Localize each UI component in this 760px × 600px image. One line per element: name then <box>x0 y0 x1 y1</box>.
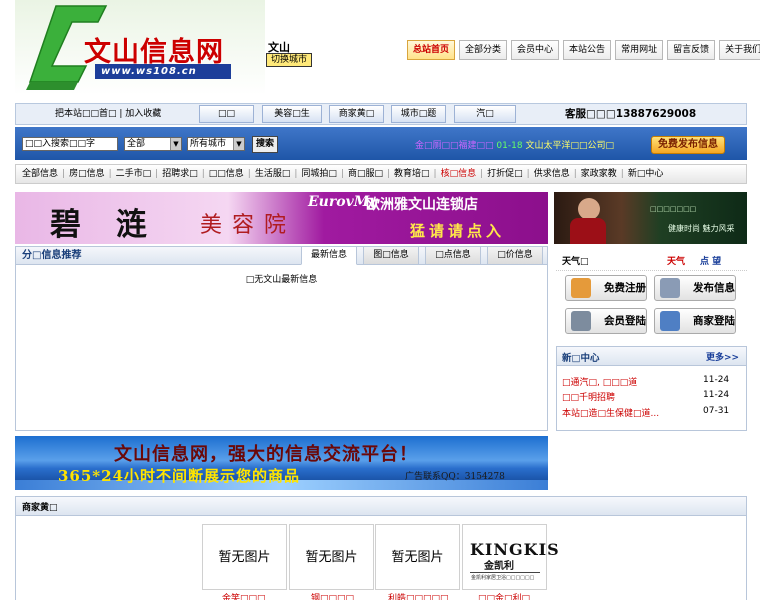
banner-tagline: 365*24小时不间断展示您的商品 <box>58 467 301 485</box>
city-select-value: 所有城市 <box>190 139 227 149</box>
category-link[interactable]: 商□服□ <box>344 165 387 183</box>
merchant-caption[interactable]: 钢□□□□ <box>311 591 354 600</box>
tab-channel-2[interactable]: 美容□生 <box>262 105 322 123</box>
top-nav-item[interactable]: 留言反馈 <box>667 40 716 60</box>
side-ad-person <box>578 198 600 220</box>
weather-value: 天气 <box>667 257 686 267</box>
top-nav: 总站首页 全部分类 会员中心 本站公告 常用网址 留言反馈 关于我们 <box>407 40 760 60</box>
tab-channel-5[interactable]: 汽□ <box>454 105 516 123</box>
top-nav-item[interactable]: 总站首页 <box>407 40 456 60</box>
banner-slogan: 欧洲雅文山连锁店 <box>366 197 478 213</box>
category-link[interactable]: 全部信息 <box>18 165 62 183</box>
news-ticker[interactable]: 金□厕□□福建□□ 01-18 文山太平洋□□公司□ <box>415 138 614 151</box>
news-date: 07-31 <box>703 406 730 416</box>
side-ad-person-body <box>570 218 606 244</box>
merchant-caption[interactable]: 金笑□□□ <box>222 591 266 600</box>
category-links: 全部信息 | 房□信息 | 二手市□ | 招聘求□ | □□信息 | 生活服□ | 同城拍□ | 商□服□ |… <box>18 165 667 183</box>
empty-message: □无文山最新信息 <box>245 275 318 285</box>
banner-salon-type: 美容院 <box>200 213 297 238</box>
banner-cta[interactable]: 猛请请点入 <box>410 220 505 241</box>
banner-salon-name: 碧 涟 <box>50 207 159 243</box>
ticker-item[interactable]: 金□厕□□福建□□ <box>415 141 494 151</box>
top-nav-item[interactable]: 全部分类 <box>459 40 508 60</box>
tab-price-info[interactable]: □价信息 <box>487 246 543 265</box>
news-item[interactable]: 本站□造□生保健□道... <box>562 406 659 419</box>
category-link[interactable]: 教育培□ <box>390 165 434 183</box>
city-select[interactable]: 所有城市 ▼ <box>187 137 245 151</box>
tab-channel-3[interactable]: 商家黄□ <box>329 105 384 123</box>
kingkis-sub: 金凯利 <box>484 561 514 572</box>
news-title: 新□中心 <box>562 353 600 364</box>
category-link[interactable]: 招聘求□ <box>158 165 202 183</box>
post-info-quick-label: 发布信息 <box>693 282 735 294</box>
category-link[interactable]: 家政家教 <box>577 165 621 183</box>
merchant-login-label: 商家登陆 <box>693 315 735 327</box>
category-select-value: 全部 <box>127 139 146 149</box>
key-icon <box>571 311 591 331</box>
recommend-title: 分□信息推荐 <box>22 250 82 261</box>
register-button-label: 免费注册 <box>604 282 646 294</box>
ticker-item[interactable]: 文山太平洋□□公司□ <box>525 141 614 151</box>
search-button[interactable]: 搜索 <box>252 136 278 153</box>
top-nav-item[interactable]: 会员中心 <box>511 40 560 60</box>
tab-hot-info[interactable]: □点信息 <box>425 246 481 265</box>
category-link[interactable]: 二手市□ <box>112 165 156 183</box>
category-link[interactable]: 同城拍□ <box>297 165 341 183</box>
mail-icon <box>660 278 680 298</box>
site-url: www.ws108.cn <box>95 64 231 79</box>
top-nav-item[interactable]: 常用网址 <box>615 40 664 60</box>
user-add-icon <box>571 278 591 298</box>
weather-label: 天气□ <box>562 257 589 267</box>
merchant-card[interactable]: 暂无图片 <box>375 524 460 590</box>
side-ad-slogan: 健康时尚 魅力风采 <box>668 224 735 233</box>
category-link[interactable]: □□信息 <box>205 165 248 183</box>
tab-latest[interactable]: 最新信息 <box>301 246 357 265</box>
side-ad-text: □□□□□□□ <box>650 205 697 213</box>
merchant-caption[interactable]: □□金□利□ <box>478 591 530 600</box>
tab-channel-1[interactable]: □□ <box>199 105 254 123</box>
category-link[interactable]: 核□信息 <box>437 165 481 183</box>
chevron-down-icon: ▼ <box>170 138 181 150</box>
news-item[interactable]: □通汽□, □□□道 <box>562 375 637 388</box>
banner-headline: 文山信息网，强大的信息交流平台！ <box>114 444 418 465</box>
category-link[interactable]: 打折促□ <box>483 165 527 183</box>
service-hotline: 客服□□□13887629008 <box>565 108 697 120</box>
search-input[interactable]: □□入搜索□□字 <box>22 137 118 151</box>
recommend-content <box>15 265 548 431</box>
news-more-link[interactable]: 更多>> <box>706 350 739 363</box>
category-link[interactable]: 生活服□ <box>251 165 295 183</box>
top-nav-item[interactable]: 本站公告 <box>563 40 612 60</box>
bookmark-links[interactable]: 把本站□□首□ | 加入收藏 <box>55 105 161 123</box>
ticker-date: 01-18 <box>496 141 523 151</box>
category-link[interactable]: 新□中心 <box>624 165 668 183</box>
merchants-header <box>15 496 747 516</box>
merchant-caption[interactable]: 利皓□□□□□ <box>388 591 449 600</box>
tab-image-info[interactable]: 图□信息 <box>363 246 419 265</box>
merchant-card[interactable]: 暂无图片 <box>202 524 287 590</box>
category-link[interactable]: 房□信息 <box>65 165 109 183</box>
kingkis-tagline: 金凯利家居卫浴□□□□□□ <box>471 575 535 581</box>
top-nav-item[interactable]: 关于我们 <box>719 40 760 60</box>
merchant-card[interactable]: 暂无图片 <box>289 524 374 590</box>
switch-city-button[interactable]: 切换城市 <box>266 53 312 67</box>
news-item[interactable]: □□千明招聘 <box>562 390 615 403</box>
member-login-label: 会员登陆 <box>604 315 646 327</box>
banner-contact: 广告联系QQ：3154278 <box>405 472 505 482</box>
shop-icon <box>660 311 680 331</box>
tab-channel-4[interactable]: 城市□题 <box>391 105 446 123</box>
merchants-title: 商家黄□ <box>22 503 58 513</box>
weather-link[interactable]: 点 望 <box>700 254 721 267</box>
kingkis-divider <box>470 572 540 573</box>
post-info-button[interactable]: 免费发布信息 <box>651 136 725 154</box>
news-date: 11-24 <box>703 375 730 385</box>
category-link[interactable]: 供求信息 <box>530 165 574 183</box>
category-select[interactable]: 全部 ▼ <box>124 137 182 151</box>
chevron-down-icon: ▼ <box>233 138 244 150</box>
news-date: 11-24 <box>703 390 730 400</box>
